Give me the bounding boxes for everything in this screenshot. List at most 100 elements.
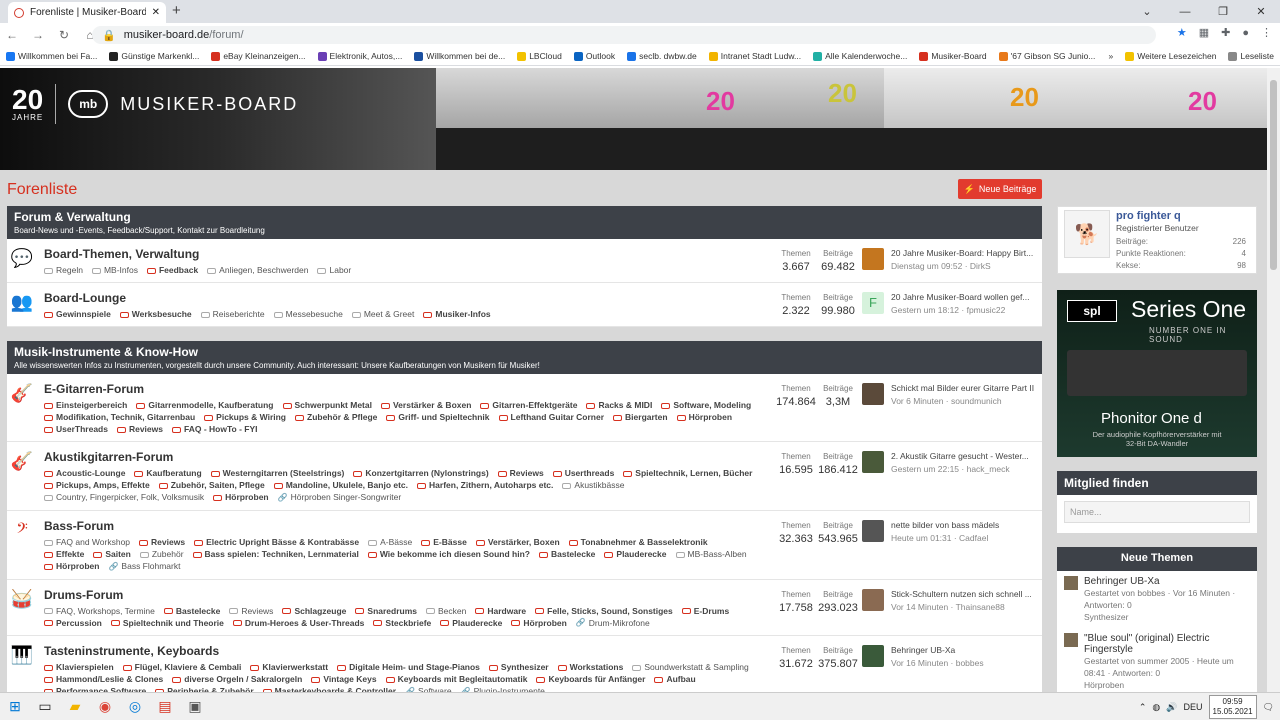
last-post-title[interactable]: Schickt mal Bilder eurer Gitarre Part II (891, 383, 1034, 393)
subforum-link[interactable]: Anliegen, Beschwerden (207, 264, 308, 276)
subforum-link[interactable]: Pickups & Wiring (204, 411, 286, 423)
thread-title[interactable]: Behringer UB-Xa (1084, 576, 1235, 587)
scrollbar-thumb[interactable] (1270, 80, 1277, 270)
tray-chevron-icon[interactable]: ⌃ (1139, 702, 1147, 713)
user-name[interactable]: pro fighter q (1116, 210, 1246, 222)
windows-start-icon[interactable]: ⊞ (0, 693, 30, 721)
network-icon[interactable]: ◍ (1152, 702, 1160, 713)
subforum-link[interactable]: FAQ and Workshop (44, 536, 130, 548)
bookmark-item[interactable]: Willkommen bei de... (414, 51, 505, 61)
ad-banner[interactable]: spl Series One NUMBER ONE IN SOUND Phoni… (1057, 290, 1257, 457)
subforum-link[interactable]: Klavierwerkstatt (250, 661, 328, 673)
last-post-title[interactable]: Stick-Schultern nutzen sich schnell ... (891, 589, 1032, 599)
subforum-link[interactable]: 🔗 Hörproben Singer-Songwriter (278, 491, 402, 504)
subforum-link[interactable]: Percussion (44, 617, 102, 629)
subforum-link[interactable]: Regeln (44, 264, 83, 276)
task-view-icon[interactable]: ▭ (30, 693, 60, 721)
last-post-avatar[interactable] (862, 645, 884, 668)
subforum-link[interactable]: A-Bässe (368, 536, 412, 548)
last-post-title[interactable]: 20 Jahre Musiker-Board wollen gef... (891, 292, 1029, 302)
other-bookmarks[interactable]: Weitere Lesezeichen (1125, 51, 1216, 61)
subforum-link[interactable]: Hardware (475, 605, 526, 617)
subforum-link[interactable]: Acoustic-Lounge (44, 467, 125, 479)
app-icon[interactable]: ▣ (180, 693, 210, 721)
subforum-link[interactable]: Reviews (229, 605, 273, 617)
subforum-link[interactable]: Synthesizer (488, 661, 549, 673)
subforum-link[interactable]: Saiten (93, 548, 131, 560)
subforum-link[interactable]: Pickups, Amps, Effekte (44, 479, 150, 491)
bookmark-item[interactable]: '67 Gibson SG Junio... (998, 51, 1095, 61)
subforum-link[interactable]: Meet & Greet (351, 308, 414, 320)
subforum-link[interactable]: Musiker-Infos (423, 308, 491, 320)
reading-list[interactable]: Leseliste (1228, 51, 1274, 61)
volume-icon[interactable]: 🔊 (1166, 702, 1177, 713)
subforum-link[interactable]: Felle, Sticks, Sound, Sonstiges (535, 605, 673, 617)
subforum-link[interactable]: Schwerpunkt Metal (282, 399, 372, 411)
bookmark-item[interactable]: eBay Kleinanzeigen... (211, 51, 306, 61)
subforum-link[interactable]: Digitale Heim- und Stage-Pianos (337, 661, 480, 673)
subforum-link[interactable]: Spieltechnik und Theorie (110, 617, 224, 629)
user-avatar[interactable]: 🐕 (1064, 210, 1110, 258)
subforum-link[interactable]: Reiseberichte (200, 308, 265, 320)
category-title[interactable]: Forum & Verwaltung (14, 210, 1035, 224)
subforum-link[interactable]: Gewinnspiele (44, 308, 111, 320)
thread-avatar[interactable] (1064, 576, 1078, 590)
category-title[interactable]: Musik-Instrumente & Know-How (14, 345, 1035, 359)
subforum-link[interactable]: Gitarren-Effektgeräte (480, 399, 577, 411)
last-post-title[interactable]: Behringer UB-Xa (891, 645, 984, 655)
subforum-link[interactable]: Labor (317, 264, 351, 276)
restore-icon[interactable]: ❐ (1204, 0, 1242, 23)
subforum-link[interactable]: Gitarrenmodelle, Kaufberatung (136, 399, 274, 411)
last-post-avatar[interactable] (862, 588, 884, 611)
subforum-link[interactable]: Electric Upright Bässe & Kontrabässe (194, 536, 359, 548)
subforum-link[interactable]: Modifikation, Technik, Gitarrenbau (44, 411, 195, 423)
back-icon[interactable]: ← (6, 28, 18, 42)
subforum-link[interactable]: Hörproben (676, 411, 732, 423)
subforum-link[interactable]: Racks & MIDI (586, 399, 652, 411)
last-post-title[interactable]: 2. Akustik Gitarre gesucht - Wester... (891, 451, 1029, 461)
browser-menu-icon[interactable]: ⋮ (1261, 26, 1272, 39)
subforum-link[interactable]: Lefthand Guitar Corner (498, 411, 604, 423)
subforum-link[interactable]: UserThreads (44, 423, 108, 435)
thread-title[interactable]: "Blue soul" (original) Electric Fingerst… (1084, 633, 1250, 655)
subforum-link[interactable]: Country, Fingerpicker, Folk, Volksmusik (44, 491, 204, 503)
subforum-link[interactable]: diverse Orgeln / Sakralorgeln (172, 673, 302, 685)
bookmark-item[interactable]: Alle Kalenderwoche... (813, 51, 907, 61)
notification-center-icon[interactable]: 🗨 (1263, 702, 1274, 713)
subforum-link[interactable]: Schlagzeuge (282, 605, 346, 617)
bookmark-item[interactable]: LBCloud (517, 51, 562, 61)
subforum-link[interactable]: Becken (426, 605, 466, 617)
window-menu-icon[interactable]: ⌄ (1128, 0, 1166, 23)
extensions-puzzle-icon[interactable]: ✚ (1221, 26, 1230, 39)
edge-icon[interactable]: ◎ (120, 693, 150, 721)
bookmark-star-icon[interactable]: ★ (1177, 26, 1187, 39)
subforum-link[interactable]: Keyboards für Anfänger (536, 673, 645, 685)
bookmarks-more[interactable]: » (1108, 51, 1113, 61)
member-name-input[interactable]: Name... (1064, 501, 1250, 523)
subforum-link[interactable]: MB-Bass-Alben (675, 548, 747, 560)
subforum-link[interactable]: Vintage Keys (311, 673, 377, 685)
subforum-link[interactable]: Werksbesuche (119, 308, 192, 320)
thread-forum[interactable]: Hörproben (1084, 679, 1250, 691)
subforum-link[interactable]: Bastelecke (163, 605, 220, 617)
subforum-link[interactable]: FAQ - HowTo - FYI (172, 423, 258, 435)
browser-tab[interactable]: Forenliste | Musiker-Board ✕ (8, 2, 166, 23)
subforum-link[interactable]: Flügel, Klaviere & Cembali (122, 661, 241, 673)
new-tab-icon[interactable]: + (172, 2, 181, 19)
subforum-link[interactable]: Verstärker, Boxen (475, 536, 560, 548)
category-header[interactable]: Musik-Instrumente & Know-How Alle wissens… (7, 341, 1042, 374)
bookmark-item[interactable]: Musiker-Board (919, 51, 987, 61)
pdf-icon[interactable]: ▤ (150, 693, 180, 721)
language-indicator[interactable]: DEU (1184, 702, 1203, 712)
subforum-link[interactable]: Workstations (557, 661, 623, 673)
close-window-icon[interactable]: ✕ (1242, 0, 1280, 23)
subforum-link[interactable]: Mandoline, Ukulele, Banjo etc. (273, 479, 408, 491)
extension-badge-icon[interactable]: ▦ (1199, 26, 1209, 39)
page-scrollbar[interactable] (1267, 68, 1280, 692)
subforum-link[interactable]: Steckbriefe (373, 617, 431, 629)
subforum-link[interactable]: E-Bässe (421, 536, 467, 548)
subforum-link[interactable]: Kaufberatung (134, 467, 202, 479)
last-post-avatar[interactable] (862, 451, 884, 473)
subforum-link[interactable]: Bass spielen: Techniken, Lernmaterial (192, 548, 359, 560)
clock[interactable]: 09:59 15.05.2021 (1208, 695, 1257, 719)
